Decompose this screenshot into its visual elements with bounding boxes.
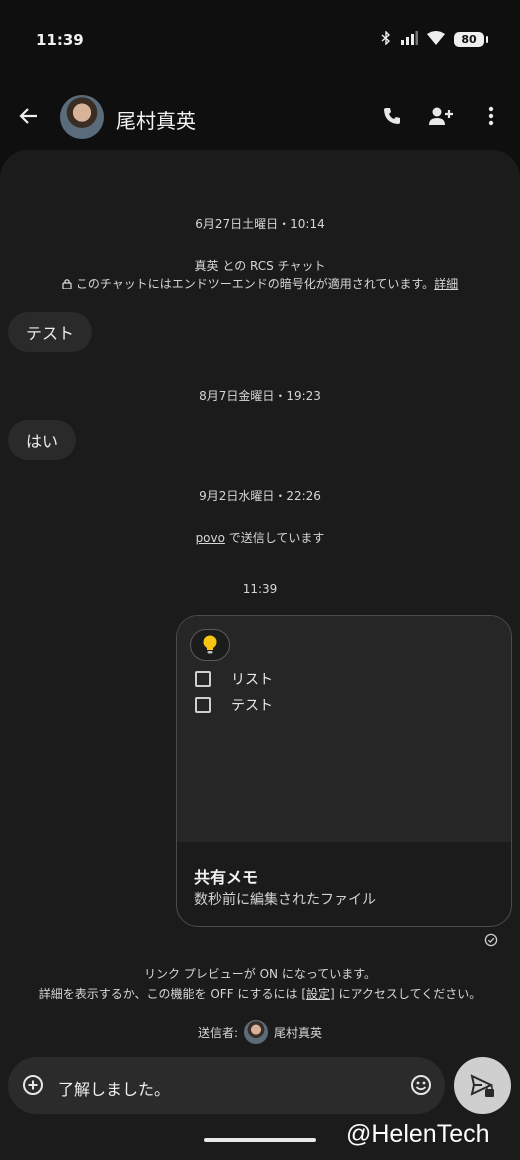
checklist-item: テスト: [195, 695, 273, 715]
checkbox-icon: [195, 671, 211, 687]
add-contact-button[interactable]: [425, 100, 457, 132]
link-preview-notice: リンク プレビューが ON になっています。: [143, 967, 377, 981]
emoji-icon: [411, 1075, 431, 1095]
date-separator: 8月7日金曜日・19:23: [199, 389, 321, 403]
contact-name[interactable]: 尾村真英: [116, 105, 196, 134]
send-encrypted-icon: [470, 1073, 494, 1097]
carrier-text: で送信しています: [224, 531, 325, 545]
settings-link[interactable]: [設定]: [301, 987, 334, 1001]
contact-avatar[interactable]: [60, 95, 104, 139]
message-input[interactable]: 了解しました。: [58, 1076, 170, 1100]
sender-label: 送信者:: [197, 1025, 239, 1040]
signal-icon: [400, 30, 418, 49]
encryption-notice: このチャットにはエンドツーエンドの暗号化が適用されています。詳細: [0, 275, 520, 292]
shared-note-card[interactable]: リスト テスト 共有メモ 数秒前に編集されたファイル: [176, 615, 512, 927]
phone-icon: [384, 108, 400, 124]
date-separator: 9月2日水曜日・22:26: [199, 489, 321, 503]
carrier-notice: povo で送信しています: [0, 529, 520, 546]
bluetooth-icon: [381, 30, 391, 49]
emoji-button[interactable]: [410, 1074, 432, 1100]
lock-icon: [62, 279, 72, 290]
details-link[interactable]: 詳細: [434, 277, 458, 291]
message-timestamp: 11:39: [242, 582, 278, 596]
add-attachment-button[interactable]: [22, 1074, 44, 1100]
checkbox-icon: [195, 697, 211, 713]
sender-selector[interactable]: 送信者: 尾村真英: [0, 1020, 520, 1044]
link-preview-settings-notice: 詳細を表示するか、この機能を OFF にするには [設定] にアクセスしてくださ…: [0, 985, 520, 1002]
delivered-check-icon: [484, 932, 498, 951]
card-subtitle: 数秒前に編集されたファイル: [194, 892, 376, 908]
home-indicator[interactable]: [204, 1138, 316, 1142]
checklist-item: リスト: [195, 669, 273, 689]
person-add-icon: [429, 107, 453, 125]
sender-name: 尾村真英: [274, 1025, 323, 1040]
sender-avatar: [244, 1020, 269, 1044]
status-time: 11:39: [36, 31, 84, 49]
incoming-message[interactable]: はい: [8, 420, 77, 460]
encryption-text: このチャットにはエンドツーエンドの暗号化が適用されています。: [75, 277, 435, 291]
battery-indicator: 80: [454, 32, 488, 47]
wifi-icon: [427, 30, 445, 49]
arrow-back-icon: [19, 108, 37, 124]
send-button[interactable]: [454, 1057, 511, 1114]
incoming-message[interactable]: テスト: [8, 312, 93, 352]
checklist-item-label: リスト: [231, 672, 273, 688]
notice-text: にアクセスしてください。: [334, 987, 482, 1001]
card-title: 共有メモ: [194, 868, 259, 887]
checklist-item-label: テスト: [231, 698, 273, 714]
status-icons: 80: [381, 30, 488, 49]
more-options-button[interactable]: [475, 100, 507, 132]
lightbulb-icon: [190, 629, 230, 661]
more-vert-icon: [488, 106, 494, 126]
carrier-link[interactable]: povo: [196, 531, 225, 545]
call-button[interactable]: [376, 100, 408, 132]
date-separator: 6月27日土曜日・10:14: [195, 217, 325, 231]
rcs-chat-label: 真英 との RCS チャット: [194, 259, 326, 273]
add-circle-icon: [23, 1075, 43, 1095]
notice-text: 詳細を表示するか、この機能を OFF にするには: [38, 987, 302, 1001]
watermark: @HelenTech: [346, 1120, 490, 1148]
back-button[interactable]: [14, 101, 44, 131]
